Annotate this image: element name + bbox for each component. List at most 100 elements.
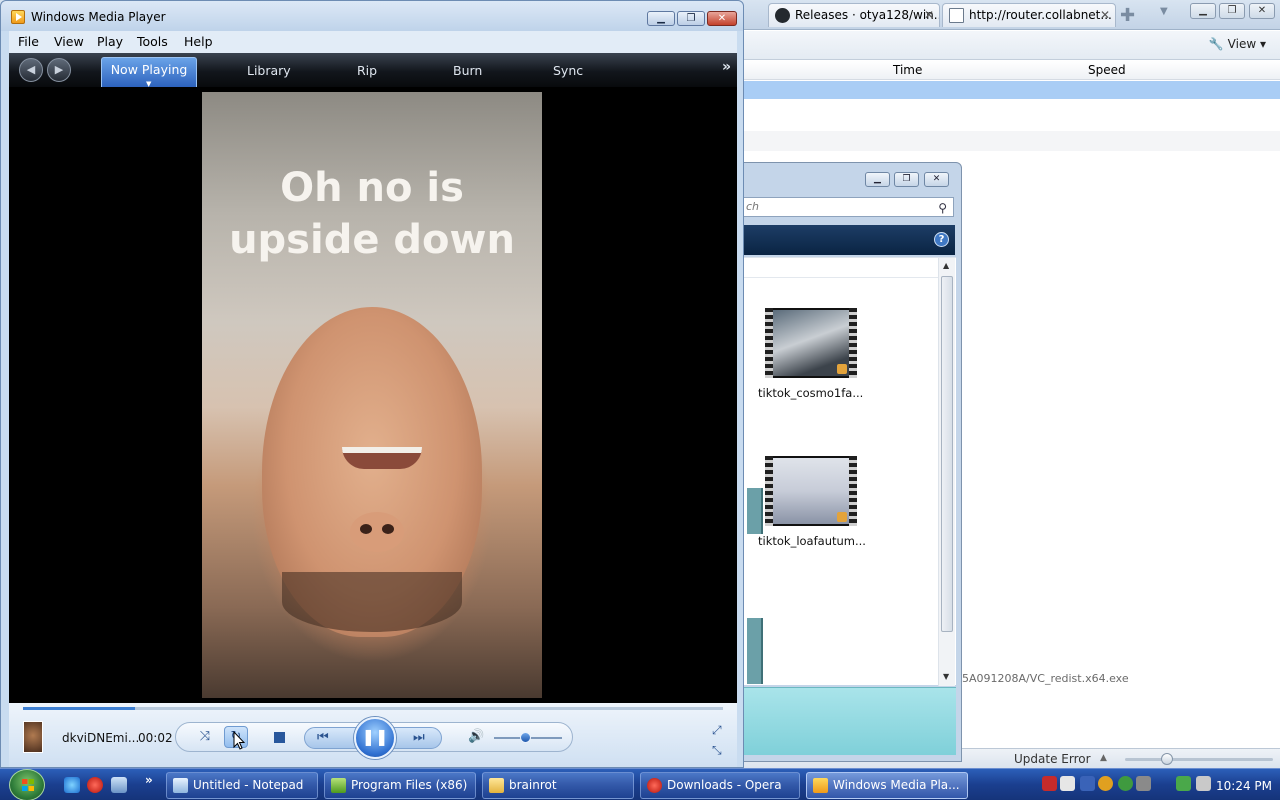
taskbar-item-brainrot[interactable]: brainrot [482, 772, 634, 799]
media-player-icon[interactable] [11, 10, 25, 24]
download-row[interactable] [740, 131, 1280, 151]
column-speed[interactable]: Speed [1088, 63, 1126, 77]
video-thumbnail[interactable] [765, 456, 857, 526]
opera-tab-releases[interactable]: Releases · otya128/win... ✕ [768, 3, 940, 27]
network-icon[interactable] [1176, 776, 1191, 791]
taskbar-item-program-files[interactable]: Program Files (x86) [324, 772, 476, 799]
show-desktop-icon[interactable] [111, 777, 127, 793]
media-player-window: Windows Media Player ▁ ❐ ✕ File View Pla… [0, 0, 744, 768]
partial-thumbnail[interactable] [747, 618, 763, 684]
next-icon[interactable]: ⏭ [413, 730, 425, 745]
tab-sync[interactable]: Sync [553, 63, 583, 78]
forward-icon[interactable]: ▶ [47, 58, 71, 82]
update-icon[interactable] [1118, 776, 1133, 791]
caption-line: upside down [229, 217, 515, 263]
album-art[interactable] [23, 721, 43, 753]
opera-tab-router[interactable]: http://router.collabnet... ✕ [942, 3, 1116, 27]
switch-to-library-icon[interactable]: ⤢ [712, 723, 722, 738]
scroll-up-icon[interactable]: ▲ [943, 261, 949, 270]
zoom-slider[interactable] [1125, 753, 1273, 765]
explorer-window: ▁ ❐ ✕ ch ⚲ ? tiktok_cosmo1fa... tiktok_l… [720, 162, 962, 762]
view-button[interactable]: 🔧 View ▾ [1209, 37, 1266, 51]
video-caption: Oh no is upside down [202, 162, 542, 266]
play-badge-icon [837, 364, 847, 374]
maximize-button[interactable]: ❐ [894, 172, 919, 187]
system-clock[interactable]: 10:24 PM [1216, 779, 1272, 793]
zoom-slider-knob[interactable] [1161, 753, 1173, 765]
start-button[interactable] [9, 769, 45, 800]
tab-menu-icon[interactable]: ▼ [1160, 6, 1168, 17]
video-thumbnail[interactable] [765, 308, 857, 378]
search-icon[interactable]: ⚲ [938, 199, 947, 217]
menu-view[interactable]: View [54, 34, 84, 49]
compact-mode-icon[interactable]: ⤡ [712, 743, 722, 758]
taskbar-item-label: Windows Media Pla... [833, 778, 960, 792]
opera-tab-label: Releases · otya128/win... [795, 8, 940, 22]
more-tabs-icon[interactable]: » [722, 59, 731, 75]
search-input[interactable]: ch ⚲ [741, 197, 954, 217]
close-tab-icon[interactable]: ✕ [1100, 4, 1110, 26]
volume-muted-icon[interactable] [1196, 776, 1211, 791]
seek-bar[interactable] [23, 707, 723, 710]
taskbar-item-notepad[interactable]: Untitled - Notepad [166, 772, 318, 799]
keyboard-layout-icon[interactable] [1060, 776, 1075, 791]
menu-tools[interactable]: Tools [137, 34, 168, 49]
menu-play[interactable]: Play [97, 34, 123, 49]
antivirus-icon[interactable] [1042, 776, 1057, 791]
volume-slider[interactable] [494, 732, 562, 743]
maximize-button[interactable]: ❐ [1219, 3, 1245, 19]
video-area[interactable]: Oh no is upside down [9, 87, 737, 703]
volume-icon[interactable]: 🔊 [468, 729, 484, 744]
shuffle-icon[interactable]: ⤨ [196, 729, 214, 744]
internet-explorer-icon[interactable] [64, 777, 80, 793]
back-icon[interactable]: ◀ [19, 58, 43, 82]
usb-icon[interactable] [1136, 776, 1151, 791]
volume-slider-knob[interactable] [519, 732, 531, 743]
tab-burn[interactable]: Burn [453, 63, 482, 78]
close-button[interactable]: ✕ [924, 172, 949, 187]
shield-icon[interactable] [1098, 776, 1113, 791]
video-mouth [342, 447, 422, 469]
taskbar-item-opera[interactable]: Downloads - Opera [640, 772, 800, 799]
maximize-button[interactable]: ❐ [677, 11, 705, 26]
tab-library[interactable]: Library [247, 63, 291, 78]
app-tray-icon[interactable] [1080, 776, 1095, 791]
help-icon[interactable]: ? [934, 232, 949, 247]
close-tab-icon[interactable]: ✕ [924, 4, 934, 26]
download-row-selected[interactable] [740, 81, 1280, 99]
video-label[interactable]: tiktok_loafautum... [758, 534, 866, 548]
stop-icon[interactable] [274, 732, 285, 743]
folder-icon [489, 778, 504, 793]
taskbar-item-media-player[interactable]: Windows Media Pla... [806, 772, 968, 799]
new-tab-icon[interactable]: ✚ [1120, 5, 1135, 26]
video-frame: Oh no is upside down [202, 92, 542, 698]
minimize-button[interactable]: ▁ [865, 172, 890, 187]
play-badge-icon [837, 512, 847, 522]
chevron-up-icon[interactable]: ▲ [1100, 753, 1107, 763]
column-header [741, 258, 939, 278]
menu-help[interactable]: Help [184, 34, 213, 49]
partial-thumbnail[interactable] [747, 488, 763, 534]
elapsed-time[interactable]: 00:02 [138, 731, 173, 745]
video-beard [282, 572, 462, 632]
status-text[interactable]: Update Error [1014, 752, 1091, 766]
minimize-button[interactable]: ▁ [1190, 3, 1216, 19]
minimize-button[interactable]: ▁ [647, 11, 675, 26]
vertical-scrollbar[interactable]: ▲ ▼ [938, 258, 955, 686]
quick-launch-more-icon[interactable]: » [145, 773, 153, 787]
close-button[interactable]: ✕ [1249, 3, 1275, 19]
column-time[interactable]: Time [893, 63, 922, 77]
opera-icon[interactable] [87, 777, 103, 793]
scrollbar-thumb[interactable] [941, 276, 953, 632]
tab-now-playing[interactable]: Now Playing ▼ [101, 57, 197, 88]
title-bar[interactable]: Windows Media Player ▁ ❐ ✕ [1, 1, 743, 31]
video-label[interactable]: tiktok_cosmo1fa... [758, 386, 863, 400]
menu-file[interactable]: File [18, 34, 39, 49]
file-list: tiktok_cosmo1fa... tiktok_loafautum... ▲… [741, 257, 956, 686]
tab-rip[interactable]: Rip [357, 63, 377, 78]
close-button[interactable]: ✕ [707, 11, 737, 26]
pause-icon[interactable]: ❚❚ [354, 717, 396, 759]
scroll-down-icon[interactable]: ▼ [943, 672, 949, 681]
windows-logo-icon [22, 779, 34, 791]
previous-icon[interactable]: ⏮ [317, 730, 329, 745]
